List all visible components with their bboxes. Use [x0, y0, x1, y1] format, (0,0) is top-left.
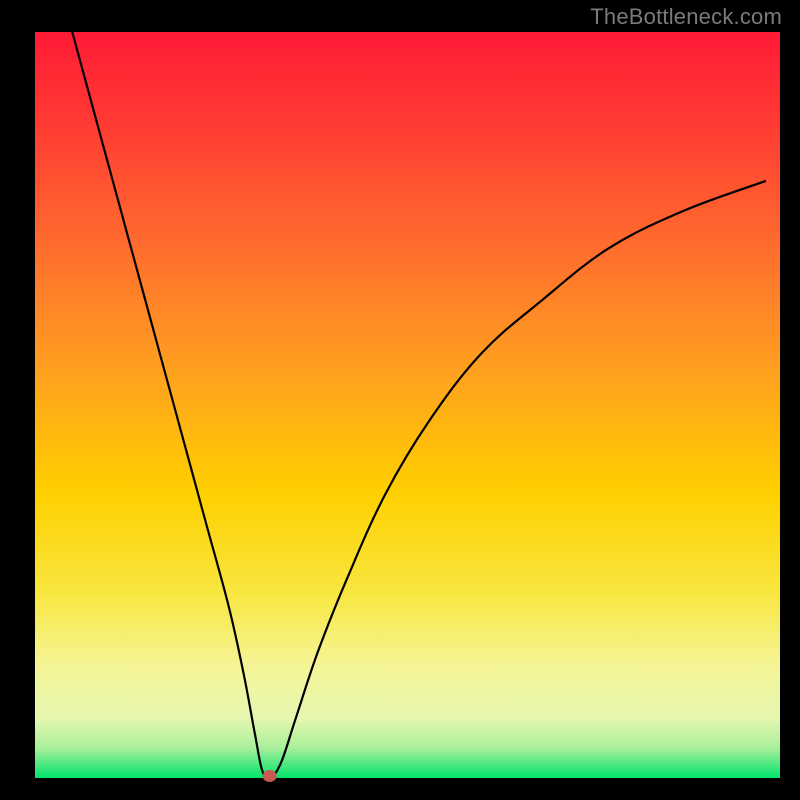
plot-background: [35, 32, 780, 778]
chart-svg: [0, 0, 800, 800]
watermark-text: TheBottleneck.com: [590, 4, 782, 30]
optimal-point-marker: [263, 770, 277, 782]
chart-frame: TheBottleneck.com: [0, 0, 800, 800]
